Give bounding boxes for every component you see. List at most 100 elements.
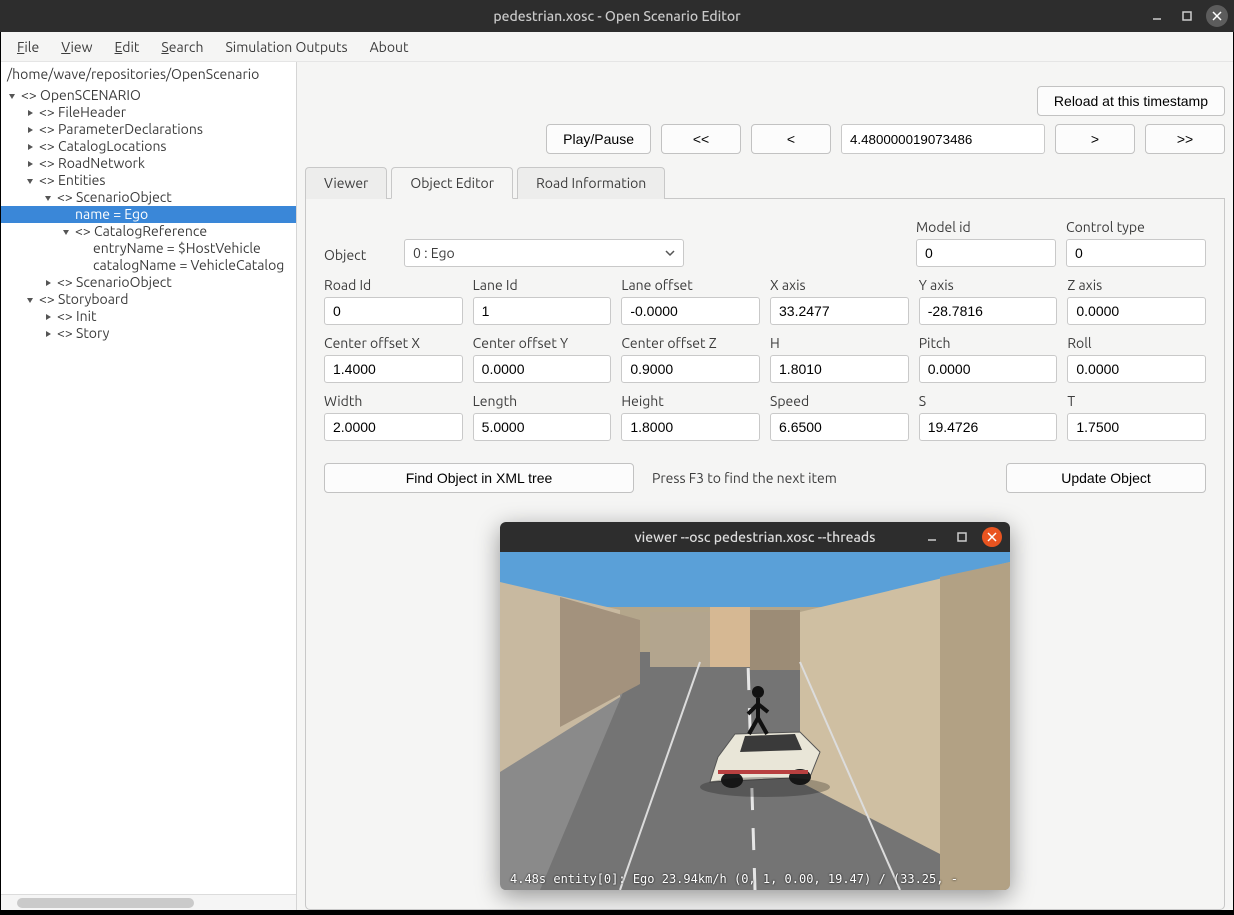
chevron-down-icon (665, 248, 675, 258)
fast-forward-button[interactable]: >> (1145, 124, 1225, 154)
pitch-label: Pitch (919, 335, 1058, 351)
menu-sim-outputs[interactable]: Simulation Outputs (215, 35, 357, 59)
tree-row[interactable]: <> Init (1, 308, 296, 325)
chevron-right-icon[interactable] (23, 143, 37, 151)
viewer-minimize-icon[interactable] (922, 527, 942, 547)
update-object-button[interactable]: Update Object (1006, 463, 1206, 493)
h-input[interactable] (770, 355, 909, 383)
chevron-right-icon[interactable] (23, 160, 37, 168)
play-pause-button[interactable]: Play/Pause (546, 124, 651, 154)
tree-row[interactable]: <> OpenSCENARIO (1, 87, 296, 104)
x-axis-label: X axis (770, 277, 909, 293)
lane-id-input[interactable] (473, 297, 612, 325)
height-input[interactable] (621, 413, 760, 441)
tree-row[interactable]: catalogName = VehicleCatalog (1, 257, 296, 274)
control-type-input[interactable] (1066, 239, 1206, 267)
step-back-button[interactable]: < (751, 124, 831, 154)
lane-id-label: Lane Id (473, 277, 612, 293)
chevron-down-icon[interactable] (59, 228, 73, 236)
reload-button[interactable]: Reload at this timestamp (1037, 86, 1225, 116)
lane-offset-label: Lane offset (621, 277, 760, 293)
timestamp-input[interactable] (841, 124, 1045, 154)
chevron-down-icon[interactable] (41, 194, 55, 202)
center-offset-y-input[interactable] (473, 355, 612, 383)
speed-label: Speed (770, 393, 909, 409)
chevron-down-icon[interactable] (23, 177, 37, 185)
lane-offset-input[interactable] (621, 297, 760, 325)
menu-file[interactable]: File (7, 35, 49, 59)
tree-row[interactable]: entryName = $HostVehicle (1, 240, 296, 257)
find-object-button[interactable]: Find Object in XML tree (324, 463, 634, 493)
chevron-right-icon[interactable] (41, 330, 55, 338)
tree-label: <> ScenarioObject (55, 274, 172, 291)
length-label: Length (473, 393, 612, 409)
chevron-down-icon[interactable] (23, 296, 37, 304)
tree-label: catalogName = VehicleCatalog (91, 257, 284, 274)
tab-object-editor[interactable]: Object Editor (391, 167, 513, 199)
chevron-right-icon[interactable] (23, 109, 37, 117)
tree-row[interactable]: <> Story (1, 325, 296, 342)
viewer-close-icon[interactable] (982, 527, 1002, 547)
chevron-down-icon[interactable] (5, 92, 19, 100)
menu-about[interactable]: About (360, 35, 419, 59)
pitch-input[interactable] (919, 355, 1058, 383)
tree-label: <> CatalogReference (73, 223, 207, 240)
find-hint: Press F3 to find the next item (652, 470, 988, 486)
tree-row[interactable]: <> ScenarioObject (1, 189, 296, 206)
center-offset-x-input[interactable] (324, 355, 463, 383)
tree-row[interactable]: <> RoadNetwork (1, 155, 296, 172)
s-label: S (919, 393, 1058, 409)
model-id-input[interactable] (916, 239, 1056, 267)
width-label: Width (324, 393, 463, 409)
speed-input[interactable] (770, 413, 909, 441)
minimize-icon[interactable] (1146, 5, 1168, 27)
width-input[interactable] (324, 413, 463, 441)
xml-tree[interactable]: <> OpenSCENARIO<> FileHeader<> Parameter… (1, 86, 296, 894)
tab-viewer[interactable]: Viewer (305, 167, 387, 199)
tab-road-information[interactable]: Road Information (517, 167, 665, 199)
length-input[interactable] (473, 413, 612, 441)
tree-label: <> ParameterDeclarations (37, 121, 203, 138)
tree-row[interactable]: <> Entities (1, 172, 296, 189)
menu-edit[interactable]: Edit (105, 35, 150, 59)
chevron-right-icon[interactable] (23, 126, 37, 134)
tree-label: <> Storyboard (37, 291, 128, 308)
step-forward-button[interactable]: > (1055, 124, 1135, 154)
chevron-right-icon[interactable] (41, 279, 55, 287)
roll-label: Roll (1067, 335, 1206, 351)
y-axis-input[interactable] (919, 297, 1058, 325)
tree-row[interactable]: <> CatalogReference (1, 223, 296, 240)
viewer-maximize-icon[interactable] (952, 527, 972, 547)
z-axis-input[interactable] (1067, 297, 1206, 325)
menu-view[interactable]: View (51, 35, 102, 59)
tree-row[interactable]: <> ParameterDeclarations (1, 121, 296, 138)
close-icon[interactable] (1206, 5, 1228, 27)
rewind-button[interactable]: << (661, 124, 741, 154)
roll-input[interactable] (1067, 355, 1206, 383)
t-input[interactable] (1067, 413, 1206, 441)
menu-search[interactable]: Search (151, 35, 213, 59)
viewer-3d-canvas[interactable] (500, 552, 1010, 890)
object-combo-value: 0 : Ego (413, 245, 455, 261)
height-label: Height (621, 393, 760, 409)
horizontal-scrollbar[interactable] (1, 894, 296, 910)
center-offset-z-input[interactable] (621, 355, 760, 383)
x-axis-input[interactable] (770, 297, 909, 325)
tree-row[interactable]: <> FileHeader (1, 104, 296, 121)
tree-row[interactable]: <> Storyboard (1, 291, 296, 308)
viewer-titlebar: viewer --osc pedestrian.xosc --threads (500, 522, 1010, 552)
maximize-icon[interactable] (1176, 5, 1198, 27)
tree-row[interactable]: <> ScenarioObject (1, 274, 296, 291)
object-combo[interactable]: 0 : Ego (404, 239, 684, 267)
tree-label: <> ScenarioObject (55, 189, 172, 206)
window-title: pedestrian.xosc - Open Scenario Editor (493, 8, 740, 24)
road-id-input[interactable] (324, 297, 463, 325)
tree-label: entryName = $HostVehicle (91, 240, 261, 257)
model-id-label: Model id (916, 219, 1056, 235)
chevron-right-icon[interactable] (41, 313, 55, 321)
tree-row[interactable]: name = Ego (1, 206, 296, 223)
s-input[interactable] (919, 413, 1058, 441)
tree-label: <> Init (55, 308, 96, 325)
window-titlebar: pedestrian.xosc - Open Scenario Editor (0, 0, 1234, 32)
tree-row[interactable]: <> CatalogLocations (1, 138, 296, 155)
